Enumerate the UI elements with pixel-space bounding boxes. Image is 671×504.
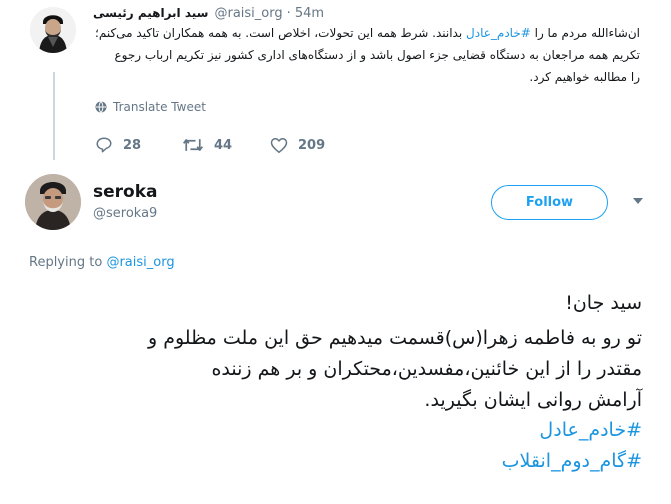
prev-author-name[interactable]: سید ابراهیم رئیسی: [93, 6, 208, 20]
prev-author-handle[interactable]: @raisi_org: [214, 6, 282, 21]
reply-action[interactable]: 28: [95, 135, 141, 155]
like-icon: [270, 137, 288, 153]
chevron-down-icon[interactable]: [633, 198, 643, 204]
prev-line-text: ان‌شاءالله مردم ما را: [530, 26, 640, 40]
translate-globe-icon: [95, 101, 107, 113]
replying-handle-link[interactable]: @raisi_org: [106, 255, 174, 270]
prev-tweet-line: را مطالبه خواهیم کرد.: [529, 69, 640, 86]
prev-tweet-time[interactable]: · 54m: [287, 6, 324, 21]
prev-tweet-header: سید ابراهیم رئیسی @raisi_org · 54m: [93, 4, 324, 22]
like-count: 209: [298, 137, 326, 153]
replying-prefix: Replying to: [29, 255, 103, 270]
reply-line: آرامش روانی ایشان بگیرید.: [424, 389, 642, 411]
follow-button[interactable]: Follow: [491, 185, 608, 220]
reply-author-name[interactable]: seroka: [93, 182, 158, 202]
reply-line: مقتدر را از این خائنین،مفسدین،محتکران و …: [211, 358, 642, 380]
like-action[interactable]: 209: [270, 135, 325, 155]
reply-author-handle[interactable]: @seroka9: [93, 206, 157, 221]
prev-tweet-line: تکریم همه مراجعان به دستگاه قضایی جزء اص…: [115, 47, 641, 64]
hashtag-link[interactable]: #گام_دوم_انقلاب: [502, 448, 642, 475]
hashtag-link[interactable]: #خادم_عادل: [466, 26, 531, 40]
replying-to: Replying to @raisi_org: [29, 255, 175, 270]
retweet-action[interactable]: 44: [182, 135, 232, 155]
prev-line-text: را مطالبه خواهیم کرد.: [529, 70, 640, 84]
reply-count: 28: [123, 137, 142, 153]
seroka-avatar[interactable]: [25, 174, 81, 230]
thread-connector-line: [53, 72, 55, 160]
hashtag-link[interactable]: #خادم_عادل: [539, 417, 642, 444]
reply-icon: [96, 137, 112, 153]
prev-line-text: بدانند. شرط همه این تحولات، اخلاص است. ب…: [95, 26, 467, 40]
translate-tweet-link[interactable]: Translate Tweet: [95, 100, 206, 114]
translate-label: Translate Tweet: [113, 100, 206, 114]
prev-tweet-line: ان‌شاءالله مردم ما را #خادم_عادل بدانند.…: [95, 25, 640, 42]
raisi-avatar[interactable]: [30, 7, 76, 53]
reply-line: تو رو به فاطمه زهرا(س)قسمت میدهیم حق این…: [148, 327, 642, 349]
prev-line-text: تکریم همه مراجعان به دستگاه قضایی جزء اص…: [114, 48, 641, 62]
retweet-icon: [183, 139, 203, 151]
reply-line: سید جان!: [565, 292, 642, 314]
retweet-count: 44: [214, 137, 233, 153]
